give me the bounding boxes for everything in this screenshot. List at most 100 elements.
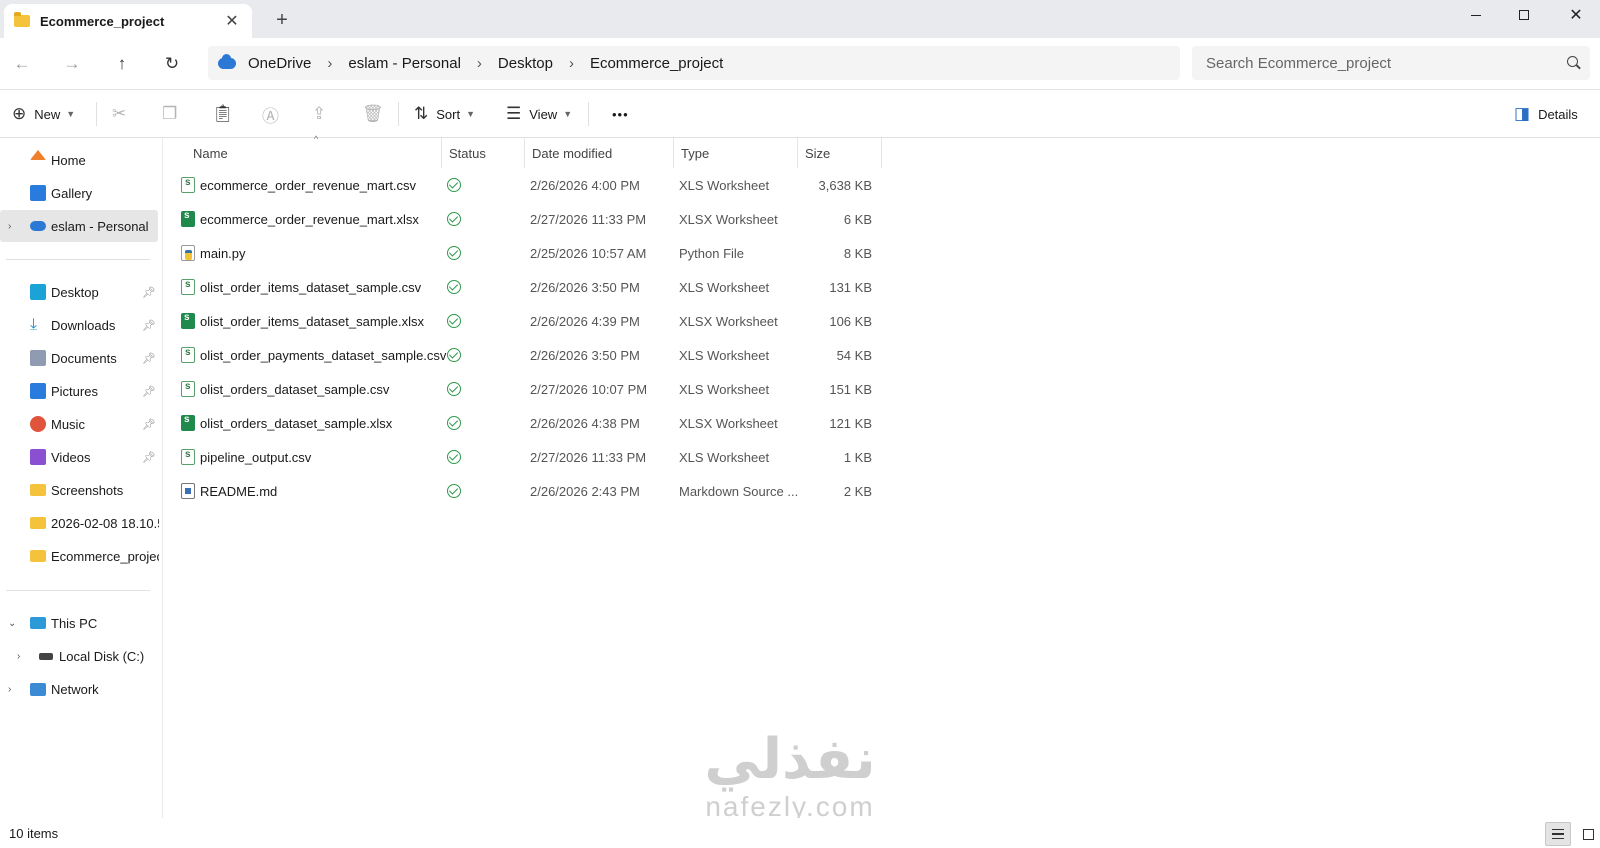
chevron-right-icon[interactable]: ›	[8, 221, 18, 232]
column-header-name[interactable]: Name	[186, 138, 442, 168]
close-window-button[interactable]: ✕	[1552, 0, 1600, 30]
file-row[interactable]: pipeline_output.csv 2/27/2026 11:33 PM XLS…	[170, 440, 890, 474]
tiles-view-button[interactable]	[1575, 822, 1600, 846]
maximize-button[interactable]	[1500, 0, 1548, 30]
synced-check-icon	[447, 212, 461, 226]
delete-button[interactable]: 🗑︎	[362, 100, 384, 128]
file-name: olist_orders_dataset_sample.csv	[200, 381, 390, 397]
item-count: 10 items	[9, 826, 59, 841]
synced-check-icon	[447, 280, 461, 294]
sidebar-item-dated-folder[interactable]: 2026-02-08 18.10.5	[0, 507, 159, 539]
breadcrumb-onedrive[interactable]: OneDrive	[248, 55, 311, 72]
sidebar-item-label: 2026-02-08 18.10.5	[51, 515, 159, 531]
new-tab-button[interactable]: +	[268, 9, 296, 32]
sidebar-item-gallery[interactable]: Gallery	[0, 177, 158, 209]
sort-button[interactable]: ⇅ Sort ▼	[414, 100, 475, 128]
column-header-date-modified[interactable]: Date modified	[525, 138, 674, 168]
file-name: ecommerce_order_revenue_mart.xlsx	[200, 211, 419, 227]
paste-button[interactable]: 📋︎	[212, 100, 234, 128]
back-button[interactable]: ←	[8, 50, 36, 78]
pane-divider	[162, 138, 163, 818]
tab-title: Ecommerce_project	[40, 13, 165, 29]
file-size: 54 KB	[836, 347, 872, 363]
sidebar-item-home[interactable]: Home	[0, 144, 158, 176]
column-header-size[interactable]: Size	[798, 138, 882, 168]
sidebar-item-ecommerce-project[interactable]: Ecommerce_projec	[0, 540, 159, 572]
column-header-status[interactable]: Status	[442, 138, 525, 168]
sidebar-item-videos[interactable]: Videos 📌︎	[0, 441, 158, 473]
chevron-right-icon[interactable]: ›	[477, 55, 482, 72]
status-bar: 10 items	[0, 818, 1600, 848]
file-size: 8 KB	[843, 245, 872, 261]
file-row[interactable]: olist_order_payments_dataset_sample.csv 2…	[170, 338, 890, 372]
new-button[interactable]: ⊕ New ▼	[12, 100, 75, 128]
sync-status	[447, 168, 461, 202]
sidebar-item-label: Ecommerce_projec	[51, 548, 159, 564]
file-row[interactable]: ecommerce_order_revenue_mart.csv 2/26/202…	[170, 168, 890, 202]
sidebar-item-screenshots[interactable]: Screenshots	[0, 474, 158, 506]
view-button[interactable]: ☰ View ▼	[506, 100, 572, 128]
more-options-button[interactable]: •••	[612, 100, 629, 128]
file-name: ecommerce_order_revenue_mart.csv	[200, 177, 417, 193]
ellipsis-icon: •••	[612, 106, 629, 122]
column-header-type[interactable]: Type	[674, 138, 798, 168]
breadcrumb-desktop[interactable]: Desktop	[498, 55, 553, 72]
synced-check-icon	[447, 314, 461, 328]
watermark-logo: نفذلي	[704, 727, 876, 792]
close-tab-icon[interactable]: ✕	[222, 11, 242, 31]
file-date-modified: 2/27/2026 11:33 PM	[530, 449, 647, 465]
chevron-down-icon: ▼	[66, 109, 76, 119]
chevron-down-icon[interactable]: ⌄	[8, 618, 18, 629]
search-input[interactable]	[1206, 54, 1546, 72]
rename-button[interactable]: Ⓐ	[262, 100, 279, 128]
home-icon	[30, 150, 46, 160]
details-view-button[interactable]	[1545, 822, 1571, 846]
tab-ecommerce-project[interactable]: Ecommerce_project ✕	[4, 4, 252, 38]
command-bar: ⊕ New ▼ ✂ ❐ 📋︎ Ⓐ ⇪ 🗑︎ ⇅ Sort ▼ ☰ View ▼ …	[0, 90, 1600, 138]
file-row[interactable]: olist_order_items_dataset_sample.xlsx 2/2…	[170, 304, 890, 338]
cut-button[interactable]: ✂	[112, 100, 126, 128]
sidebar-item-documents[interactable]: Documents 📌︎	[0, 342, 158, 374]
share-button[interactable]: ⇪	[312, 100, 326, 128]
search-icon[interactable]	[1567, 56, 1578, 67]
chevron-right-icon[interactable]: ›	[327, 55, 332, 72]
details-view-icon	[1552, 829, 1564, 839]
sidebar-item-downloads[interactable]: ⤓ Downloads 📌︎	[0, 309, 158, 341]
sidebar-item-personal[interactable]: › eslam - Personal	[0, 210, 158, 242]
up-button[interactable]: ↑	[108, 50, 136, 78]
file-row[interactable]: ecommerce_order_revenue_mart.xlsx 2/27/20…	[170, 202, 890, 236]
file-row[interactable]: olist_orders_dataset_sample.csv 2/27/2026…	[170, 372, 890, 406]
chevron-right-icon[interactable]: ›	[569, 55, 574, 72]
copy-button[interactable]: ❐	[162, 100, 177, 128]
details-pane-icon: ◨	[1514, 104, 1531, 123]
details-label: Details	[1538, 106, 1578, 122]
address-bar[interactable]: OneDrive › eslam - Personal › Desktop › …	[208, 46, 1180, 80]
file-row[interactable]: olist_order_items_dataset_sample.csv 2/26…	[170, 270, 890, 304]
file-date-modified: 2/26/2026 2:43 PM	[530, 483, 640, 499]
details-button[interactable]: ◨ Details	[1514, 100, 1578, 128]
file-size: 121 KB	[829, 415, 872, 431]
file-row[interactable]: olist_orders_dataset_sample.xlsx 2/26/202…	[170, 406, 890, 440]
chevron-right-icon[interactable]: ›	[17, 651, 27, 662]
chevron-right-icon[interactable]: ›	[8, 684, 18, 695]
file-row[interactable]: main.py 2/25/2026 10:57 AM Python File 8 KB	[170, 236, 890, 270]
sort-label: Sort	[436, 106, 461, 122]
refresh-button[interactable]: ↻	[158, 50, 186, 78]
minimize-button[interactable]	[1452, 0, 1500, 30]
breadcrumb-personal[interactable]: eslam - Personal	[348, 55, 461, 72]
file-row[interactable]: README.md 2/26/2026 2:43 PM Markdown Sourc…	[170, 474, 890, 508]
sidebar-item-pictures[interactable]: Pictures 📌︎	[0, 375, 158, 407]
sidebar-item-desktop[interactable]: Desktop 📌︎	[0, 276, 158, 308]
trash-icon: 🗑︎	[362, 104, 384, 123]
forward-button[interactable]: →	[58, 50, 86, 78]
breadcrumb-current[interactable]: Ecommerce_project	[590, 55, 723, 72]
folder-icon	[30, 484, 46, 496]
sidebar-item-this-pc[interactable]: ⌄ This PC	[0, 607, 158, 639]
sidebar-item-network[interactable]: › Network	[0, 673, 158, 705]
sidebar-item-label: Gallery	[51, 185, 93, 201]
sidebar-item-label: This PC	[51, 615, 98, 631]
sidebar-item-music[interactable]: Music 📌︎	[0, 408, 158, 440]
sidebar-item-label: Local Disk (C:)	[59, 648, 145, 664]
synced-check-icon	[447, 382, 461, 396]
sidebar-item-local-disk[interactable]: › Local Disk (C:)	[0, 640, 158, 672]
